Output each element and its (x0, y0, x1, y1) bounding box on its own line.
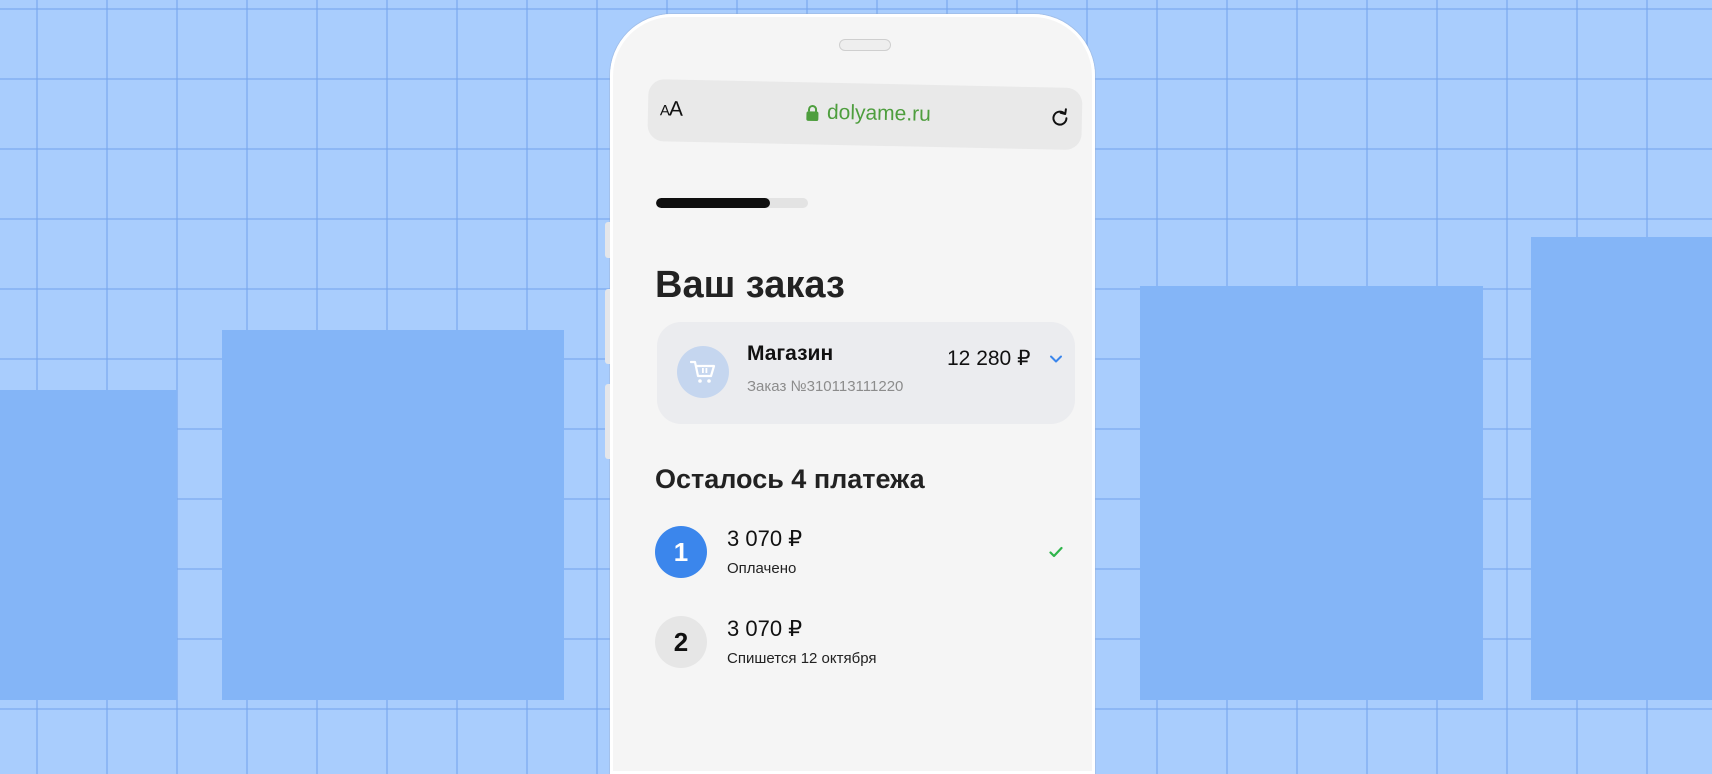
background-bar (0, 390, 177, 700)
shop-name: Магазин (747, 342, 834, 365)
background-bar (1531, 237, 1712, 700)
order-summary-card[interactable]: Магазин Заказ №310113111220 12 280 ₽ (657, 322, 1075, 424)
reload-icon[interactable] (1048, 105, 1072, 129)
payment-number-badge: 2 (655, 616, 707, 668)
phone-side-button (605, 222, 610, 258)
phone-speaker (839, 39, 891, 51)
page-title: Ваш заказ (655, 264, 845, 306)
order-total: 12 280 ₽ (947, 347, 1031, 370)
payment-row: 2 3 070 ₽ Спишется 12 октября (655, 616, 1075, 676)
background-bar (222, 330, 564, 700)
lock-icon (806, 104, 819, 121)
url-display[interactable]: dolyame.ru (806, 100, 931, 127)
payments-heading: Осталось 4 платежа (655, 464, 925, 494)
payment-amount: 3 070 ₽ (727, 526, 803, 551)
payment-number-badge: 1 (655, 526, 707, 578)
payment-row: 1 3 070 ₽ Оплачено (655, 526, 1075, 586)
payment-status: Оплачено (727, 560, 797, 577)
phone-volume-down-button (605, 384, 610, 459)
checkout-progress-bar (656, 198, 808, 208)
payment-status: Спишется 12 октября (727, 650, 877, 667)
text-size-button[interactable]: AA (660, 97, 682, 121)
phone-mockup: AA dolyame.ru Ваш заказ Магазин Заказ №3… (605, 14, 1095, 774)
chevron-down-icon[interactable] (1049, 352, 1063, 366)
cart-icon (677, 346, 729, 398)
url-text: dolyame.ru (826, 100, 932, 126)
checkmark-icon (1049, 546, 1063, 558)
payment-amount: 3 070 ₽ (727, 616, 803, 641)
checkout-progress-fill (656, 198, 770, 208)
browser-address-bar[interactable]: AA dolyame.ru (647, 79, 1083, 151)
phone-volume-up-button (605, 289, 610, 364)
order-number: Заказ №310113111220 (747, 378, 904, 395)
background-bar (1140, 286, 1483, 700)
